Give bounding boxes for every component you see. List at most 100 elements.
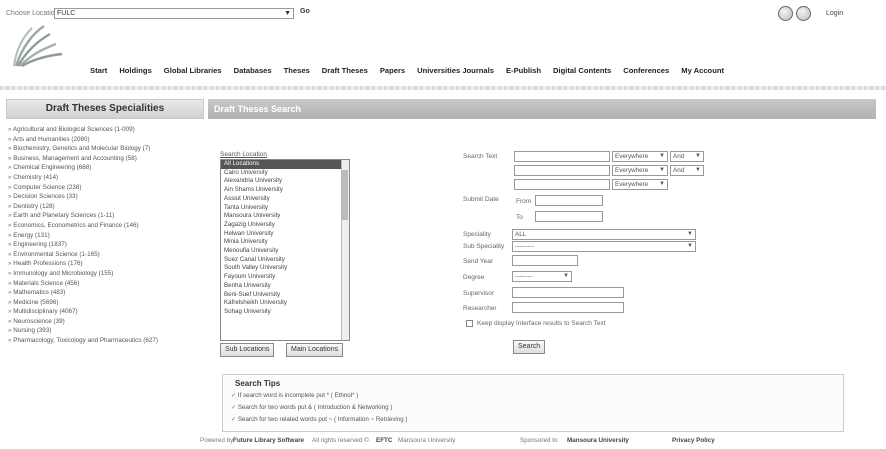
list-item[interactable]: Fayoum University <box>221 273 341 282</box>
speciality-select[interactable]: ALL ▼ <box>512 229 696 240</box>
nav-draft-theses[interactable]: Draft Theses <box>322 66 368 80</box>
from-label: From <box>516 198 532 205</box>
nav-holdings[interactable]: Holdings <box>119 66 151 80</box>
nav-theses[interactable]: Theses <box>284 66 310 80</box>
nav-my-account[interactable]: My Account <box>681 66 724 80</box>
sidebar-item[interactable]: Medicine (5696) <box>8 298 204 308</box>
sidebar-item[interactable]: Biochemistry, Genetics and Molecular Bio… <box>8 144 204 154</box>
degree-select[interactable]: -------- ▼ <box>512 271 572 282</box>
nav-databases[interactable]: Databases <box>234 66 272 80</box>
nav-start[interactable]: Start <box>90 66 107 80</box>
where-select-1[interactable]: Everywhere ▼ <box>612 151 668 162</box>
list-item[interactable]: Minia University <box>221 238 341 247</box>
sidebar: Draft Theses Specialities Agricultural a… <box>6 99 204 435</box>
nav-universities-journals[interactable]: Universities Journals <box>417 66 494 80</box>
search-text-input-2[interactable] <box>514 165 610 176</box>
footer: Powered by Future Library Software All r… <box>0 436 886 449</box>
sub-locations-button[interactable]: Sub Locations <box>220 343 275 357</box>
globe-icon[interactable] <box>796 6 811 21</box>
list-item[interactable]: Assiut University <box>221 195 341 204</box>
sidebar-title: Draft Theses Specialities <box>6 99 204 119</box>
search-text-input-3[interactable] <box>514 179 610 190</box>
list-item[interactable]: Benha University <box>221 282 341 291</box>
date-from-input[interactable] <box>535 195 603 206</box>
sidebar-item[interactable]: Environmental Science (1-165) <box>8 250 204 260</box>
sidebar-item[interactable]: Neuroscience (39) <box>8 317 204 327</box>
sidebar-item[interactable]: Earth and Planetary Sciences (1-11) <box>8 211 204 221</box>
list-item[interactable]: South Valley University <box>221 264 341 273</box>
main-locations-button[interactable]: Main Locations <box>286 343 344 357</box>
sidebar-item[interactable]: Engineering (1837) <box>8 240 204 250</box>
logo-icon[interactable] <box>10 22 70 68</box>
page-title: Draft Theses Search <box>208 99 876 119</box>
chevron-down-icon: ▼ <box>659 153 665 159</box>
list-item[interactable]: Menoufia University <box>221 247 341 256</box>
nav-conferences[interactable]: Conferences <box>623 66 669 80</box>
list-item[interactable]: Mansoura University <box>221 212 341 221</box>
sidebar-item[interactable]: Immunology and Microbiology (155) <box>8 269 204 279</box>
list-item[interactable]: All Locations <box>221 160 341 169</box>
operator-select-2[interactable]: And ▼ <box>670 165 704 176</box>
sidebar-item[interactable]: Agricultural and Biological Sciences (1-… <box>8 125 204 135</box>
footer-powered-label: Powered by <box>200 437 234 444</box>
location-select[interactable]: FULC ▼ <box>54 8 294 19</box>
chevron-down-icon: ▼ <box>687 243 693 249</box>
date-to-input[interactable] <box>535 211 603 222</box>
list-item[interactable]: Alexandria University <box>221 177 341 186</box>
researcher-input[interactable] <box>512 302 624 313</box>
sidebar-item[interactable]: Energy (131) <box>8 231 204 241</box>
where-select-2[interactable]: Everywhere ▼ <box>612 165 668 176</box>
list-item[interactable]: Beni-Suef University <box>221 291 341 300</box>
sidebar-item[interactable]: Decision Sciences (33) <box>8 192 204 202</box>
globe-icon[interactable] <box>778 6 793 21</box>
sidebar-item[interactable]: Arts and Humanities (2080) <box>8 135 204 145</box>
list-item[interactable]: Cairo University <box>221 169 341 178</box>
supervisor-input[interactable] <box>512 287 624 298</box>
list-item[interactable]: Tanta University <box>221 204 341 213</box>
footer-sponsor-link[interactable]: Mansoura University <box>567 437 629 444</box>
go-button[interactable]: Go <box>300 8 310 15</box>
sidebar-item[interactable]: Economics, Econometrics and Finance (146… <box>8 221 204 231</box>
sidebar-item[interactable]: Computer Science (238) <box>8 183 204 193</box>
sidebar-item[interactable]: Materials Science (456) <box>8 279 204 289</box>
list-item[interactable]: Zagazig University <box>221 221 341 230</box>
nav-global-libraries[interactable]: Global Libraries <box>164 66 222 80</box>
list-item[interactable]: Sohag University <box>221 308 341 317</box>
chevron-down-icon: ▼ <box>695 167 701 173</box>
nav-e-publish[interactable]: E-Publish <box>506 66 541 80</box>
list-item[interactable]: Suez Canal University <box>221 256 341 265</box>
search-text-label: Search Text <box>463 153 498 160</box>
keep-display-checkbox[interactable] <box>466 320 473 327</box>
supervisor-label: Supervisor <box>463 290 495 297</box>
list-item[interactable]: Kafrelsheikh University <box>221 299 341 308</box>
send-year-label: Send Year <box>463 258 494 265</box>
search-text-input-1[interactable] <box>514 151 610 162</box>
sidebar-item[interactable]: Business, Management and Accounting (58) <box>8 154 204 164</box>
sidebar-item[interactable]: Multidisciplinary (4067) <box>8 307 204 317</box>
sidebar-item[interactable]: Health Professions (176) <box>8 259 204 269</box>
sub-speciality-label: Sub Speciality <box>463 243 505 250</box>
privacy-policy-link[interactable]: Privacy Policy <box>672 437 715 444</box>
list-item[interactable]: Ain Shams University <box>221 186 341 195</box>
location-listbox[interactable]: All Locations Cairo University Alexandri… <box>220 159 350 341</box>
send-year-input[interactable] <box>512 255 578 266</box>
where-select-3[interactable]: Everywhere ▼ <box>612 179 668 190</box>
nav-digital-contents[interactable]: Digital Contents <box>553 66 611 80</box>
search-button[interactable]: Search <box>513 340 546 354</box>
footer-product-link[interactable]: Future Library Software <box>233 437 304 444</box>
login-link[interactable]: Login <box>826 10 843 17</box>
sidebar-item[interactable]: Pharmacology, Toxicology and Pharmaceuti… <box>8 336 204 346</box>
sidebar-item[interactable]: Mathematics (483) <box>8 288 204 298</box>
sidebar-item[interactable]: Nursing (393) <box>8 326 204 336</box>
sidebar-item[interactable]: Chemical Engineering (668) <box>8 163 204 173</box>
nav-papers[interactable]: Papers <box>380 66 405 80</box>
search-tips-title: Search Tips <box>235 379 281 388</box>
sub-speciality-select[interactable]: --------- ▼ <box>512 241 696 252</box>
operator-select-1[interactable]: And ▼ <box>670 151 704 162</box>
researcher-label: Researcher <box>463 305 497 312</box>
listbox-scrollbar[interactable] <box>341 160 349 340</box>
list-item[interactable]: Helwan University <box>221 230 341 239</box>
sidebar-item[interactable]: Dentistry (128) <box>8 202 204 212</box>
sidebar-item[interactable]: Chemistry (414) <box>8 173 204 183</box>
scrollbar-thumb[interactable] <box>342 170 348 220</box>
